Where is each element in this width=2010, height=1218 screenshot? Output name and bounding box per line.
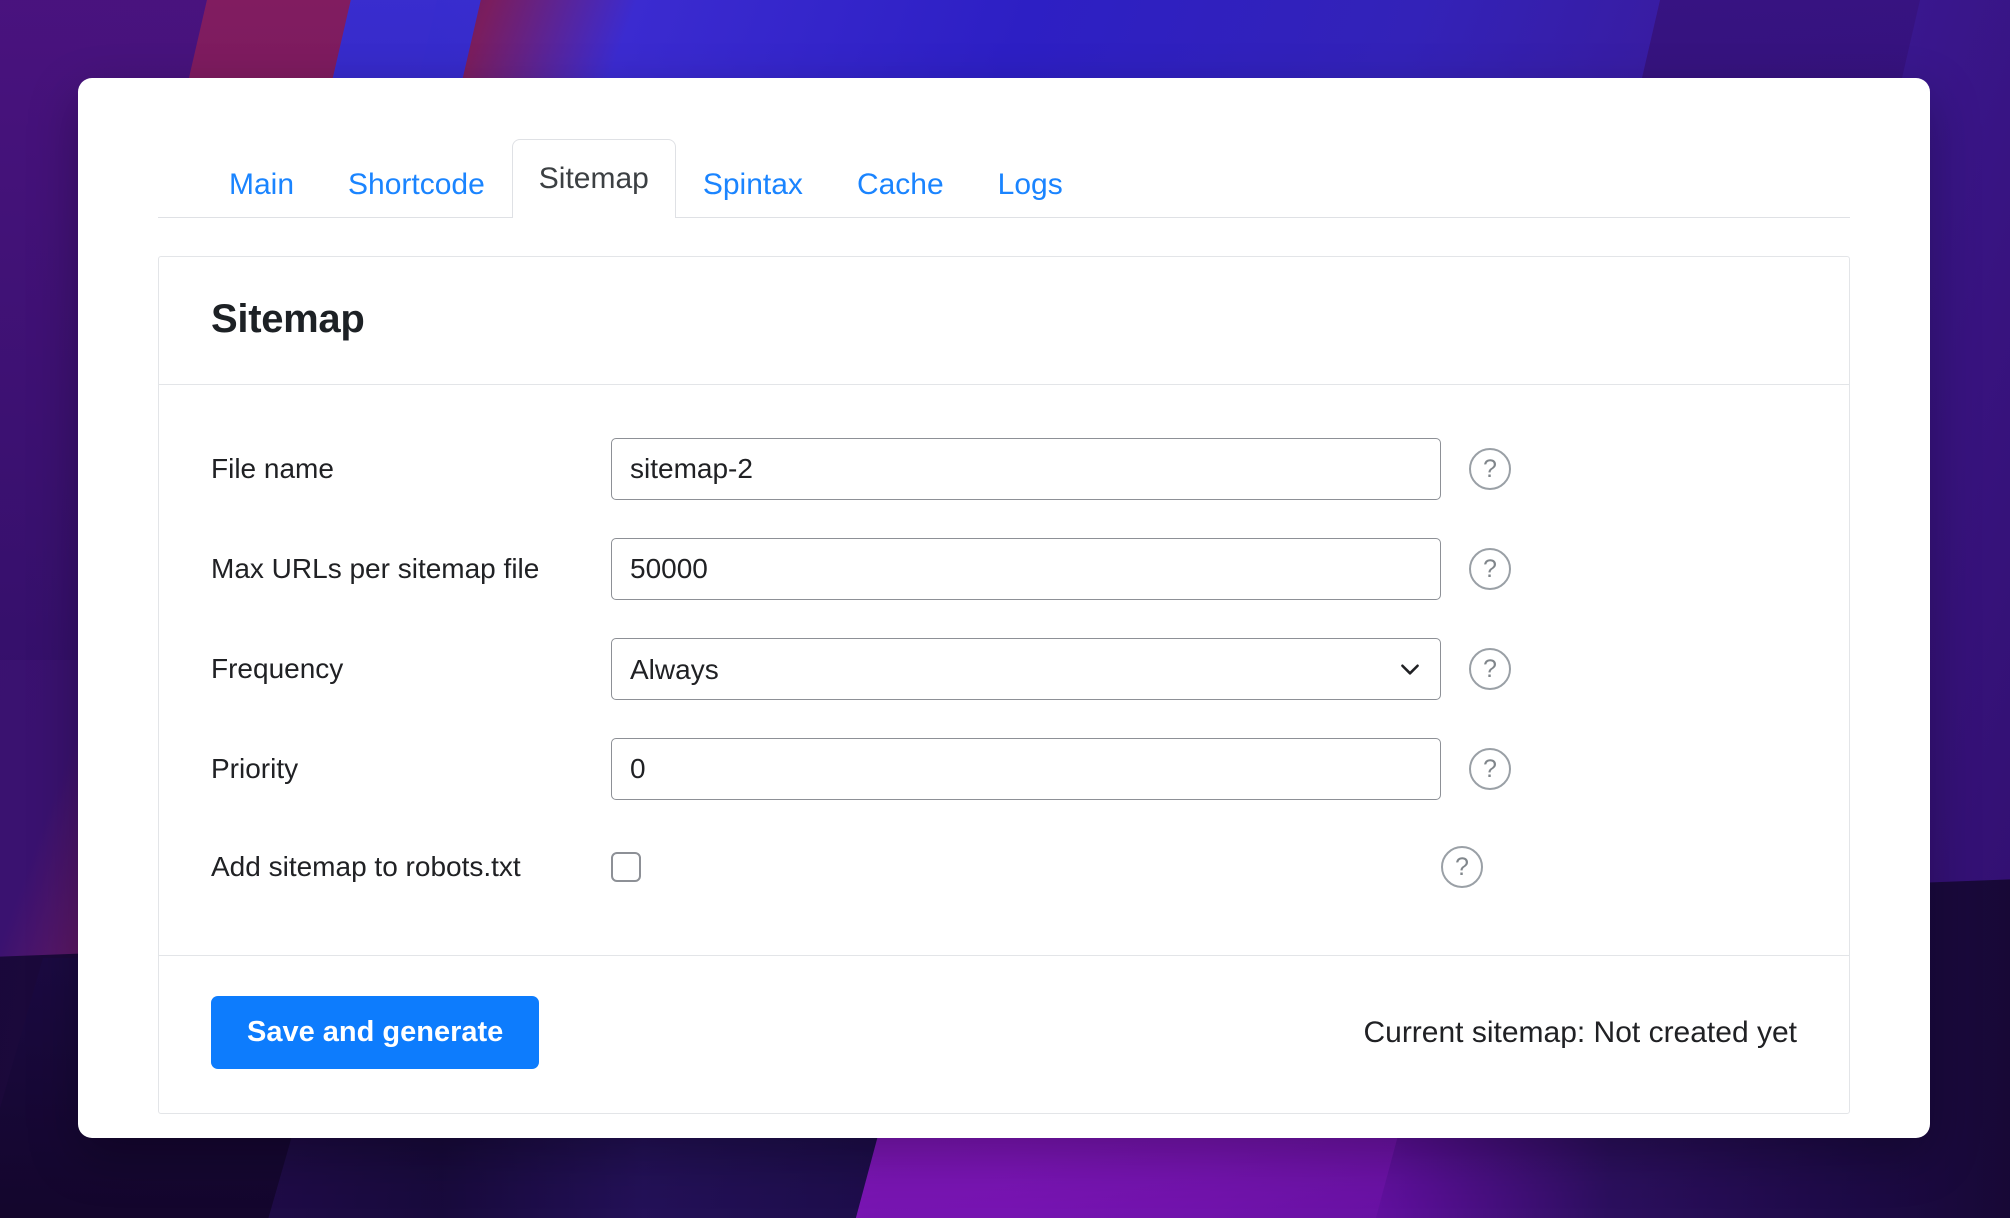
control-frequency: Always [611,638,1441,700]
label-max-urls: Max URLs per sitemap file [211,553,540,584]
tab-spintax[interactable]: Spintax [676,151,830,218]
form-row-priority: Priority ? [211,719,1797,819]
control-robots-txt [611,852,1441,882]
robots-txt-checkbox[interactable] [611,852,641,882]
help-icon-max-urls[interactable]: ? [1469,548,1511,590]
form-row-max-urls: Max URLs per sitemap file ? [211,519,1797,619]
label-file-name: File name [211,453,334,484]
frequency-select[interactable]: Always [611,638,1441,700]
page-title: Sitemap [211,297,365,341]
form-row-robots: Add sitemap to robots.txt ? [211,819,1797,915]
tab-shortcode[interactable]: Shortcode [321,151,512,218]
panel-header: Sitemap [159,257,1849,385]
label-robots-txt: Add sitemap to robots.txt [211,851,521,882]
label-frequency: Frequency [211,653,344,684]
help-icon-robots-txt[interactable]: ? [1441,846,1483,888]
priority-input[interactable] [611,738,1441,800]
form-row-file-name: File name ? [211,419,1797,519]
max-urls-input[interactable] [611,538,1441,600]
label-priority: Priority [211,753,299,784]
tab-sitemap[interactable]: Sitemap [511,139,676,218]
tab-bar: Main Shortcode Sitemap Spintax Cache Log… [158,78,1850,218]
tab-cache[interactable]: Cache [830,151,971,218]
tab-logs[interactable]: Logs [971,151,1090,218]
tab-main[interactable]: Main [202,151,321,218]
settings-card: Main Shortcode Sitemap Spintax Cache Log… [78,78,1930,1138]
panel-footer: Save and generate Current sitemap: Not c… [159,956,1849,1113]
current-sitemap-status: Current sitemap: Not created yet [1363,1015,1797,1049]
control-file-name [611,438,1441,500]
panel-body: File name ? Max URLs per sitemap file ? … [159,385,1849,956]
form-row-frequency: Frequency Always ? [211,619,1797,719]
control-priority [611,738,1441,800]
help-icon-file-name[interactable]: ? [1469,448,1511,490]
save-and-generate-button[interactable]: Save and generate [211,996,540,1069]
sitemap-panel: Sitemap File name ? Max URLs per sitemap… [158,256,1850,1114]
control-max-urls [611,538,1441,600]
help-icon-frequency[interactable]: ? [1469,648,1511,690]
help-icon-priority[interactable]: ? [1469,748,1511,790]
file-name-input[interactable] [611,438,1441,500]
